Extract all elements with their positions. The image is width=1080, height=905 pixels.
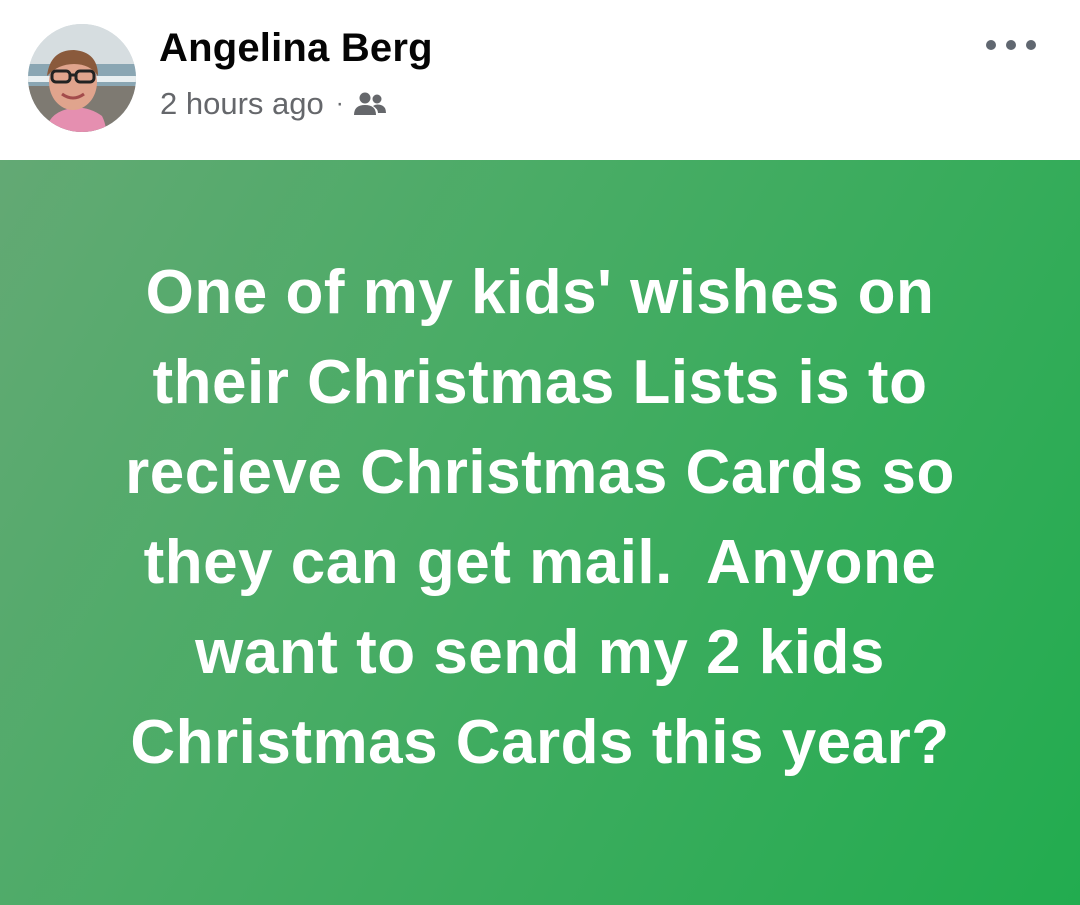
avatar[interactable] — [28, 24, 136, 132]
post-text-line: their Christmas Lists is to — [152, 347, 928, 417]
more-dot — [1006, 40, 1016, 50]
post-header: Angelina Berg 2 hours ago · — [0, 0, 1080, 160]
more-dot — [986, 40, 996, 50]
post-text-line: One of my kids' wishes on — [145, 257, 935, 327]
post-text-line: want to send my 2 kids — [195, 617, 885, 687]
post-text-line: Christmas Cards this year? — [130, 707, 950, 777]
post-card: Angelina Berg 2 hours ago · One of my ki… — [0, 0, 1080, 905]
post-background: One of my kids' wishes on their Christma… — [0, 160, 1080, 905]
post-meta: 2 hours ago · — [160, 84, 386, 124]
post-text-line: they can get mail. Anyone — [143, 527, 937, 597]
more-options-icon[interactable] — [986, 30, 1036, 60]
meta-separator: · — [335, 90, 344, 117]
author-name[interactable]: Angelina Berg — [159, 26, 433, 71]
post-timestamp[interactable]: 2 hours ago — [160, 86, 324, 122]
post-text-line: recieve Christmas Cards so — [125, 437, 955, 507]
more-dot — [1026, 40, 1036, 50]
friends-icon[interactable] — [353, 91, 386, 117]
post-text: One of my kids' wishes on their Christma… — [60, 248, 1020, 788]
profile-photo — [28, 24, 136, 132]
